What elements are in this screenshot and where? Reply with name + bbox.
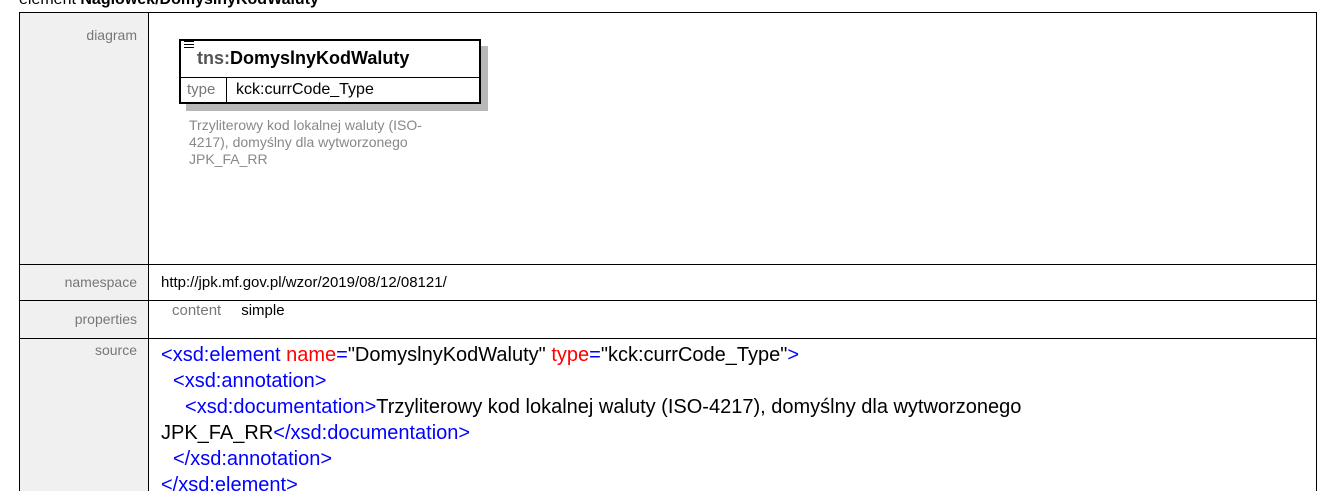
property-name: content: [172, 302, 222, 319]
source-line-annotation-close: </xsd:annotation>: [173, 448, 333, 470]
source-row: source <xsd:element name="DomyslnyKodWal…: [19, 338, 1317, 491]
namespace-label: namespace: [19, 264, 149, 301]
diagram-label: diagram: [19, 12, 149, 265]
diagram-row: diagram tns:DomyslnyKodWaluty type kck:c…: [19, 12, 1317, 265]
element-box[interactable]: tns:DomyslnyKodWaluty type kck:currCode_…: [179, 39, 481, 104]
namespace-value: http://jpk.mf.gov.pl/wzor/2019/08/12/081…: [161, 274, 447, 291]
properties-row: properties content simple: [19, 300, 1317, 339]
element-title: element Naglowek/DomyslnyKodWaluty: [19, 0, 319, 9]
source-line-annotation-open: <xsd:annotation>: [173, 370, 327, 392]
page: element Naglowek/DomyslnyKodWaluty diagr…: [0, 0, 1336, 491]
element-box-type-separator: [226, 77, 227, 102]
source-line-documentation: <xsd:documentation>Trzyliterowy kod loka…: [161, 396, 1027, 444]
diagram-cell: tns:DomyslnyKodWaluty type kck:currCode_…: [148, 12, 1317, 265]
diagram: tns:DomyslnyKodWaluty type kck:currCode_…: [149, 13, 1316, 264]
element-title-name: Naglowek/DomyslnyKodWaluty: [80, 0, 319, 8]
properties-entry: content simple: [149, 301, 1316, 319]
source-cell: <xsd:element name="DomyslnyKodWaluty" ty…: [148, 338, 1317, 491]
element-box-type-value: kck:currCode_Type: [236, 81, 374, 98]
element-list-icon: [184, 41, 194, 50]
diagram-documentation: Trzyliterowy kod lokalnej waluty (ISO-42…: [189, 117, 422, 167]
namespace-row: namespace http://jpk.mf.gov.pl/wzor/2019…: [19, 264, 1317, 301]
properties-cell: content simple: [148, 300, 1317, 339]
source-code: <xsd:element name="DomyslnyKodWaluty" ty…: [149, 339, 1316, 491]
source-label: source: [19, 338, 149, 491]
element-title-prefix: element: [19, 0, 80, 8]
element-properties-table: diagram tns:DomyslnyKodWaluty type kck:c…: [19, 12, 1317, 491]
namespace-cell: http://jpk.mf.gov.pl/wzor/2019/08/12/081…: [148, 264, 1317, 301]
element-box-type-label: type: [187, 81, 216, 98]
element-box-name: tns:DomyslnyKodWaluty: [197, 48, 410, 68]
properties-label: properties: [19, 300, 149, 339]
property-value: simple: [241, 302, 285, 319]
source-line-element-open: <xsd:element name="DomyslnyKodWaluty" ty…: [161, 344, 800, 366]
source-line-element-close: </xsd:element>: [161, 474, 298, 491]
